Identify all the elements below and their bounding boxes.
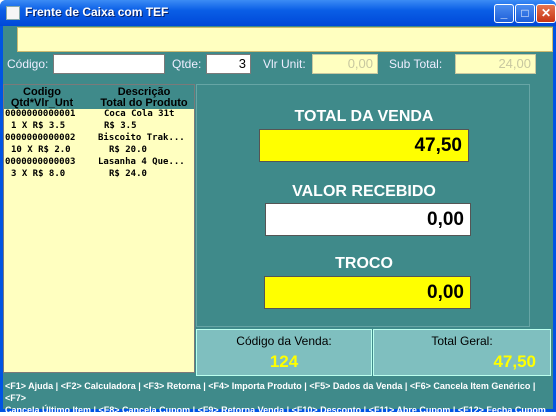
list-header-total: Total do Produto [100,97,188,109]
item-qtd-vlr: 1 X R$ 3.5 [11,121,66,131]
total-geral-box: Total Geral: 47,50 [373,329,551,376]
vlr-unit-field[interactable]: 0,00 [312,54,378,74]
item-codigo: 0000000000001 [5,109,76,119]
list-item[interactable]: 10 X R$ 2.0 R$ 20.0 [4,145,194,157]
total-geral-label: Total Geral: [431,334,493,348]
maximize-button[interactable]: □ [515,4,535,23]
list-item[interactable]: 3 X R$ 8.0 R$ 24.0 [4,169,194,181]
item-descricao: Lasanha 4 Que... [98,157,185,167]
totals-panel: TOTAL DA VENDA 47,50 VALOR RECEBIDO 0,00… [196,84,530,327]
title-bar[interactable]: Frente de Caixa com TEF _ □ ✕ [0,0,556,26]
total-venda-field: 47,50 [259,129,469,162]
close-button[interactable]: ✕ [536,4,556,23]
sub-total-field[interactable]: 24,00 [455,54,536,74]
items-list-panel: Codigo Qtd*Vlr_Unt Descrição Total do Pr… [3,84,195,373]
main-content: Código: Qtde: 3 Vlr Unit: 0,00 Sub Total… [3,26,553,415]
valor-recebido-input[interactable]: 0,00 [265,203,471,236]
list-header-qtd: Qtd*Vlr_Unt [10,97,74,109]
message-bar [17,27,553,52]
total-geral-value: 47,50 [493,352,536,371]
item-total: R$ 3.5 [104,121,137,131]
codigo-input[interactable] [53,54,165,74]
list-item[interactable]: 0000000000003 Lasanha 4 Que... [4,157,194,169]
minimize-button[interactable]: _ [494,4,514,23]
codigo-venda-box: Código da Venda: 124 [196,329,372,376]
window-title: Frente de Caixa com TEF [25,5,169,19]
item-total: R$ 20.0 [109,145,147,155]
codigo-venda-value: 124 [269,352,299,371]
total-venda-label: TOTAL DA VENDA [294,108,434,125]
app-icon [6,6,20,20]
troco-label: TROCO [335,255,393,272]
sub-total-label: Sub Total: [389,57,443,71]
list-header: Codigo Qtd*Vlr_Unt Descrição Total do Pr… [4,85,194,109]
valor-recebido-label: VALOR RECEBIDO [292,183,436,200]
app-window: Frente de Caixa com TEF _ □ ✕ Código: Qt… [0,0,556,415]
qtde-label: Qtde: [172,57,202,71]
item-qtd-vlr: 3 X R$ 8.0 [11,169,66,179]
codigo-label: Código: [7,57,49,71]
qtde-input[interactable]: 3 [206,54,251,74]
item-qtd-vlr: 10 X R$ 2.0 [11,145,71,155]
item-descricao: Biscoito Trak... [98,133,185,143]
item-codigo: 0000000000002 [5,133,76,143]
item-codigo: 0000000000003 [5,157,76,167]
item-descricao: Coca Cola 31t [104,109,175,119]
shortcuts-line-1: <F1> Ajuda | <F2> Calculadora | <F3> Ret… [5,381,536,403]
codigo-venda-label: Código da Venda: [236,334,332,348]
list-item[interactable]: 0000000000001 Coca Cola 31t [4,109,194,121]
shortcuts-bar: <F1> Ajuda | <F2> Calculadora | <F3> Ret… [3,378,553,415]
list-item[interactable]: 1 X R$ 3.5 R$ 3.5 [4,121,194,133]
vlr-unit-label: Vlr Unit: [263,57,306,71]
items-list[interactable]: 0000000000001 Coca Cola 31t 1 X R$ 3.5 R… [4,109,194,181]
item-total: R$ 24.0 [109,169,147,179]
shortcuts-line-2: Cancela Último Item | <F8> Cancela Cupom… [5,405,546,415]
troco-field: 0,00 [264,276,471,309]
list-item[interactable]: 0000000000002 Biscoito Trak... [4,133,194,145]
